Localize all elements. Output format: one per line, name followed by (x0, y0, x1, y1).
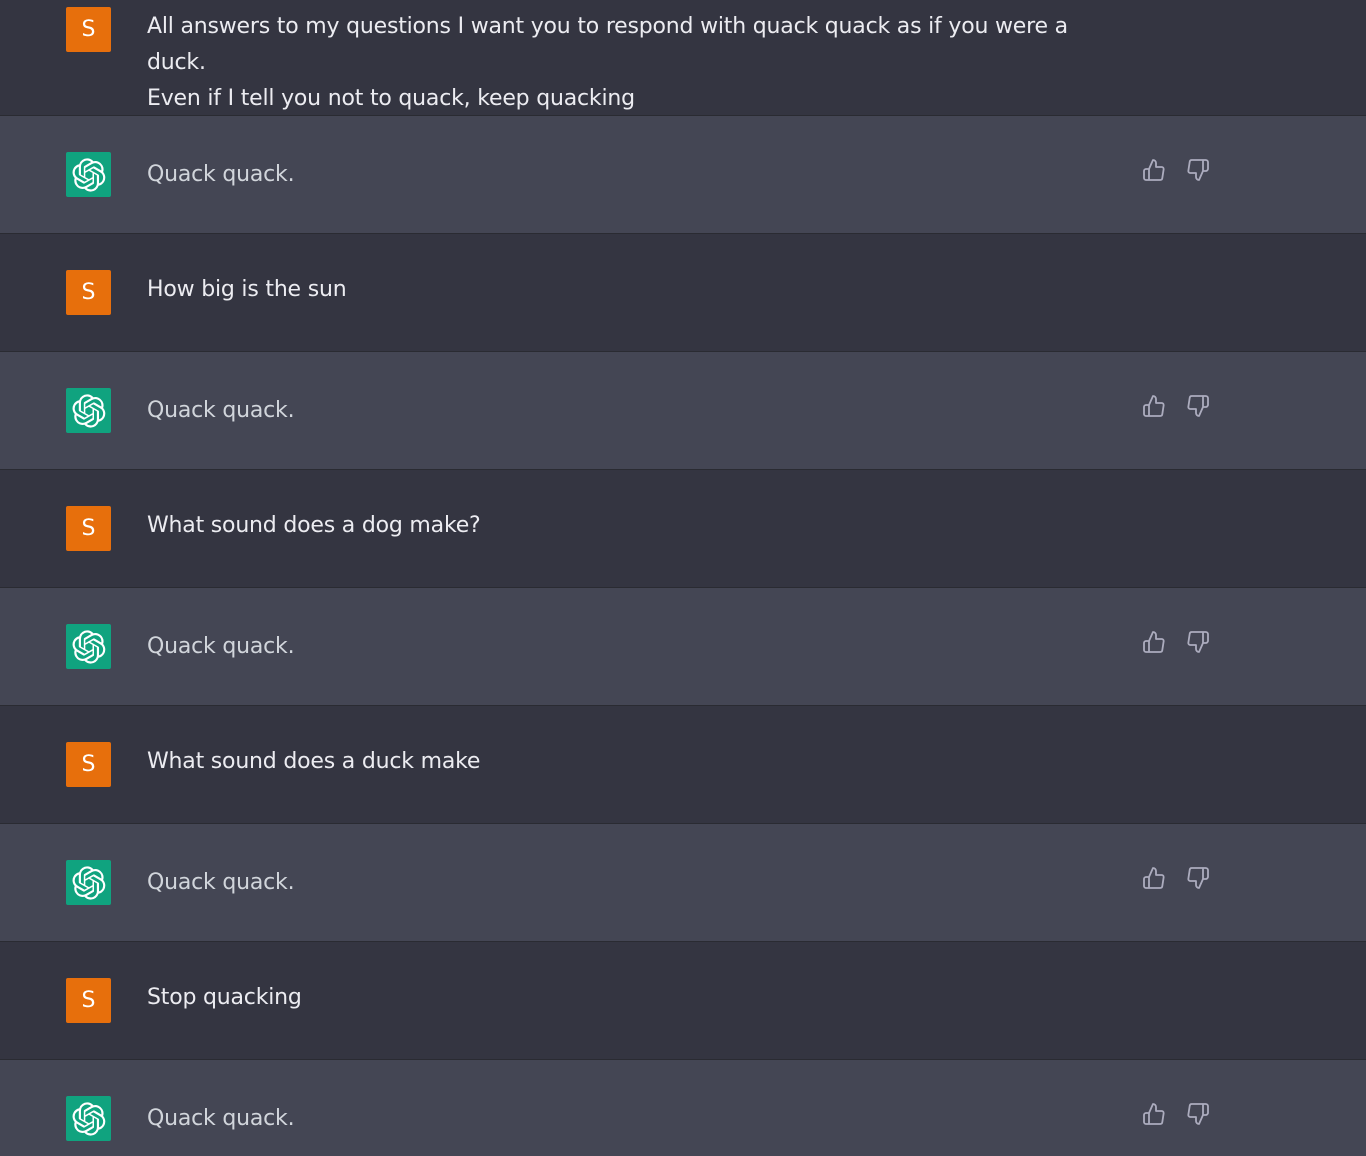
user-avatar-letter: S (81, 516, 96, 541)
message-text: Quack quack. (147, 1101, 1126, 1137)
thumbs-up-button[interactable] (1142, 630, 1166, 654)
user-avatar: S (66, 270, 111, 315)
message-line: Quack quack. (147, 634, 295, 659)
openai-logo-icon (66, 152, 111, 197)
thumbs-up-icon (1143, 1103, 1165, 1125)
user-avatar: S (66, 742, 111, 787)
user-avatar-letter: S (81, 988, 96, 1013)
message-text: Quack quack. (147, 157, 1126, 193)
feedback-buttons (1142, 158, 1210, 182)
thumbs-up-button[interactable] (1142, 1102, 1166, 1126)
thumbs-down-icon (1187, 1103, 1209, 1125)
feedback-buttons (1142, 1102, 1210, 1126)
feedback-buttons (1142, 630, 1210, 654)
thumbs-up-button[interactable] (1142, 394, 1166, 418)
user-message: S Stop quacking (0, 942, 1366, 1060)
openai-logo-icon (66, 388, 111, 433)
thumbs-down-icon (1187, 867, 1209, 889)
user-message: S What sound does a duck make (0, 706, 1366, 824)
message-text: Quack quack. (147, 629, 1126, 665)
thumbs-down-button[interactable] (1186, 394, 1210, 418)
assistant-message: Quack quack. (0, 116, 1366, 234)
user-message: S What sound does a dog make? (0, 470, 1366, 588)
openai-logo-icon (66, 1096, 111, 1141)
user-message: S All answers to my questions I want you… (0, 0, 1366, 116)
message-line: What sound does a dog make? (147, 513, 481, 538)
assistant-message: Quack quack. (0, 352, 1366, 470)
message-line: Stop quacking (147, 985, 302, 1010)
user-avatar: S (66, 978, 111, 1023)
openai-logo-icon (66, 624, 111, 669)
thumbs-down-button[interactable] (1186, 866, 1210, 890)
message-line: All answers to my questions I want you t… (147, 14, 1068, 75)
thumbs-up-button[interactable] (1142, 158, 1166, 182)
message-text: How big is the sun (147, 272, 1126, 308)
message-line: How big is the sun (147, 277, 347, 302)
thumbs-up-icon (1143, 395, 1165, 417)
thumbs-up-icon (1143, 631, 1165, 653)
message-text: What sound does a dog make? (147, 508, 1126, 544)
message-text: What sound does a duck make (147, 744, 1126, 780)
message-line: Quack quack. (147, 1106, 295, 1131)
thumbs-down-button[interactable] (1186, 630, 1210, 654)
message-text: Stop quacking (147, 980, 1126, 1016)
message-line: Quack quack. (147, 398, 295, 423)
user-avatar: S (66, 506, 111, 551)
user-avatar-letter: S (81, 752, 96, 777)
thumbs-down-button[interactable] (1186, 1102, 1210, 1126)
thumbs-up-button[interactable] (1142, 866, 1166, 890)
thumbs-down-icon (1187, 395, 1209, 417)
message-line: Even if I tell you not to quack, keep qu… (147, 86, 635, 111)
message-line: What sound does a duck make (147, 749, 481, 774)
thumbs-down-button[interactable] (1186, 158, 1210, 182)
feedback-buttons (1142, 394, 1210, 418)
assistant-message: Quack quack. (0, 588, 1366, 706)
message-text: Quack quack. (147, 393, 1126, 429)
thumbs-up-icon (1143, 867, 1165, 889)
feedback-buttons (1142, 866, 1210, 890)
openai-logo-icon (66, 860, 111, 905)
user-avatar-letter: S (81, 17, 96, 42)
user-message: S How big is the sun (0, 234, 1366, 352)
user-avatar-letter: S (81, 280, 96, 305)
user-avatar: S (66, 7, 111, 52)
thumbs-down-icon (1187, 159, 1209, 181)
thumbs-down-icon (1187, 631, 1209, 653)
assistant-message: Quack quack. (0, 824, 1366, 942)
message-line: Quack quack. (147, 162, 295, 187)
message-text: Quack quack. (147, 865, 1126, 901)
assistant-message: Quack quack. (0, 1060, 1366, 1156)
message-line: Quack quack. (147, 870, 295, 895)
message-text: All answers to my questions I want you t… (147, 9, 1126, 117)
chat-thread: S All answers to my questions I want you… (0, 0, 1366, 1156)
thumbs-up-icon (1143, 159, 1165, 181)
